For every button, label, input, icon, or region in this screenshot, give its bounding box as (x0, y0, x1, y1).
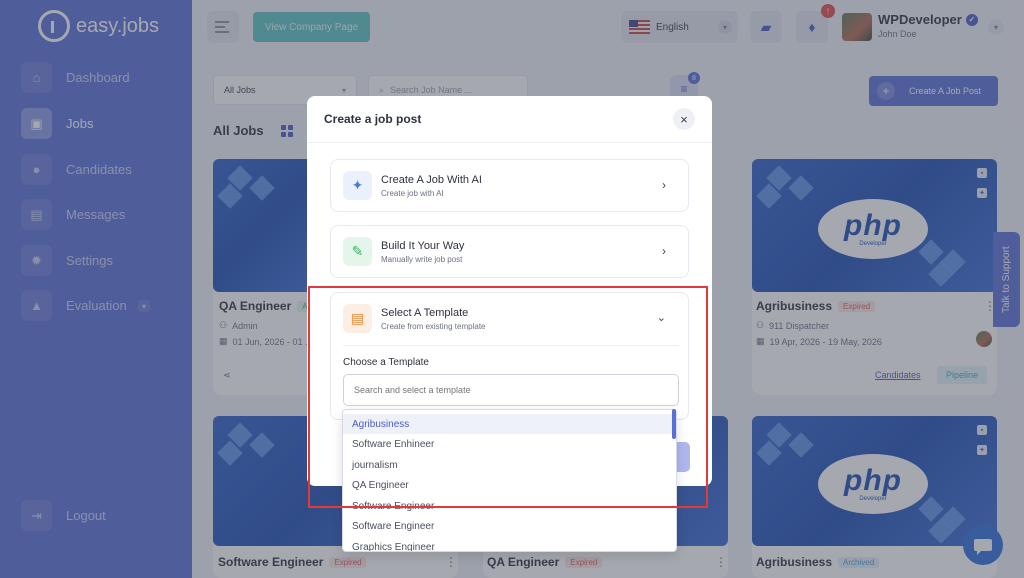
template-option[interactable]: Graphics Engineer (343, 537, 673, 552)
sparkle-icon: ✦ (343, 171, 372, 200)
divider (307, 142, 712, 143)
template-option[interactable]: Software Engineer (343, 516, 673, 536)
highlight-annotation-box (308, 286, 708, 508)
chevron-right-icon: › (662, 178, 666, 192)
build-it-your-way-option[interactable]: ✎ Build It Your Way Manually write job p… (330, 225, 689, 278)
close-icon: × (680, 111, 688, 127)
modal-title: Create a job post (324, 112, 422, 126)
quill-icon: ✎ (343, 237, 372, 266)
create-with-ai-option[interactable]: ✦ Create A Job With AI Create job with A… (330, 159, 689, 212)
close-button[interactable]: × (673, 108, 695, 130)
chevron-right-icon: › (662, 244, 666, 258)
